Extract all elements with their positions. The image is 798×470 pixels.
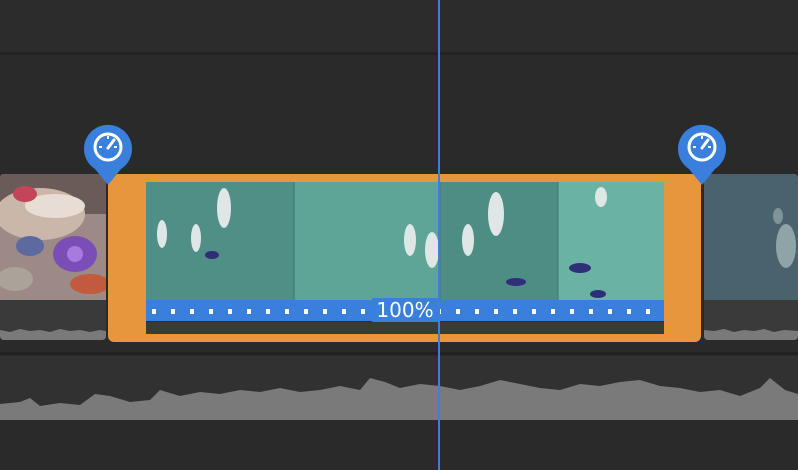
clip-coral-reef[interactable]	[0, 174, 106, 340]
playhead[interactable]	[438, 0, 440, 470]
audio-track[interactable]	[0, 356, 798, 420]
timeline-ruler-band	[0, 0, 798, 52]
selected-clip-waveform	[146, 322, 664, 334]
speed-marker-end[interactable]	[677, 123, 727, 185]
speedometer-icon	[84, 124, 132, 185]
speedometer-icon	[678, 124, 726, 185]
selected-clip[interactable]: 100%	[108, 174, 701, 342]
clip-audio-waveform	[704, 300, 798, 340]
clip-thumbnail	[704, 174, 798, 318]
clip-fish[interactable]	[704, 174, 798, 340]
timeline-bottom-area	[0, 420, 798, 470]
speed-percentage: 100%	[372, 298, 438, 322]
speed-marker-start[interactable]	[83, 123, 133, 185]
audio-waveform	[0, 356, 798, 420]
track-divider	[0, 352, 798, 355]
clip-audio-waveform	[0, 300, 106, 340]
clip-thumbnails	[146, 182, 664, 308]
speed-bar[interactable]: 100%	[146, 298, 664, 322]
clip-thumbnail	[0, 174, 106, 300]
